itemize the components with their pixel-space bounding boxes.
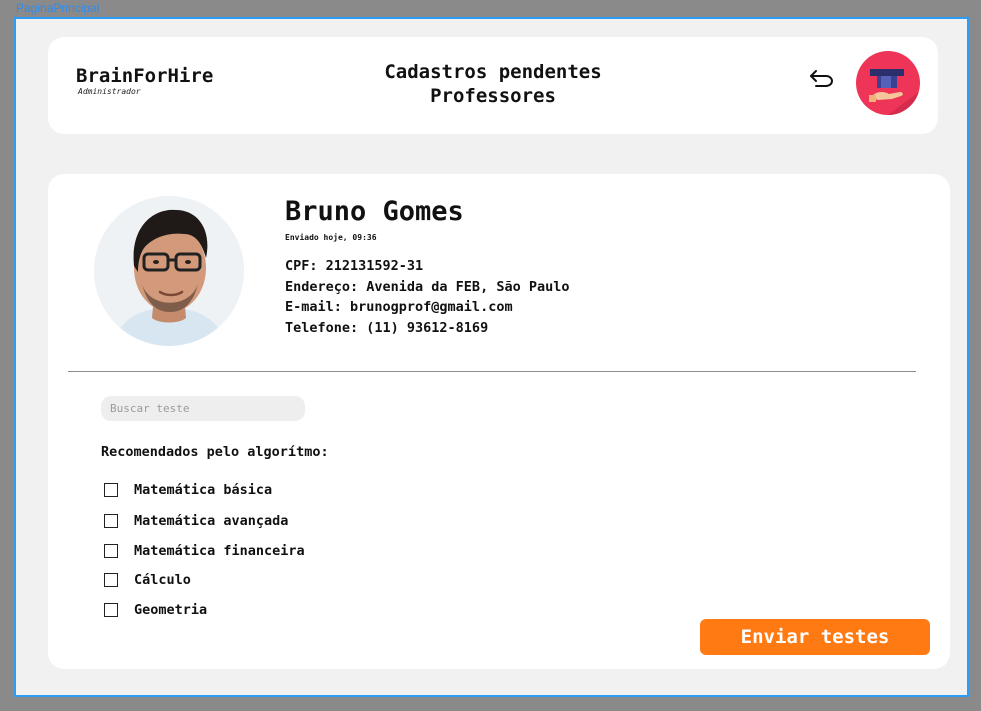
- email-text: E-mail: brunogprof@gmail.com: [285, 299, 513, 315]
- frame-label: PaginaPrincipal: [16, 1, 100, 15]
- undo-arrow-icon[interactable]: [808, 67, 838, 91]
- search-test-input[interactable]: [101, 396, 305, 421]
- test-label: Geometria: [134, 602, 208, 618]
- test-item-geometria[interactable]: Geometria: [104, 600, 207, 620]
- recommended-title: Recomendados pelo algorítmo:: [101, 444, 329, 460]
- brand-subtitle: Administrador: [78, 87, 141, 96]
- send-tests-button[interactable]: Enviar testes: [700, 619, 930, 655]
- profile-photo: [94, 196, 244, 346]
- phone-text: Telefone: (11) 93612-8169: [285, 319, 489, 336]
- address-text: Endereço: Avenida da FEB, São Paulo: [285, 278, 570, 295]
- header-bar: BrainForHire Administrador Cadastros pen…: [48, 37, 938, 134]
- test-item-matematica-financeira[interactable]: Matemática financeira: [104, 541, 305, 561]
- teacher-info: CPF: 212131592-31 Endereço: Avenida da F…: [285, 256, 569, 338]
- cpf-text: CPF: 212131592-31: [285, 258, 424, 274]
- test-item-matematica-basica[interactable]: Matemática básica: [104, 480, 272, 500]
- checkbox[interactable]: [104, 544, 118, 558]
- teacher-name: Bruno Gomes: [285, 196, 464, 227]
- test-label: Matemática financeira: [134, 543, 305, 559]
- test-item-calculo[interactable]: Cálculo: [104, 570, 191, 590]
- checkbox[interactable]: [104, 603, 118, 617]
- page-title-line1: Cadastros pendentes: [384, 61, 602, 83]
- graduation-cap-hand-icon[interactable]: [856, 51, 920, 115]
- test-label: Matemática avançada: [134, 513, 289, 529]
- section-divider: [68, 371, 916, 372]
- brand: BrainForHire Administrador: [76, 65, 213, 97]
- checkbox[interactable]: [104, 483, 118, 497]
- test-label: Cálculo: [134, 572, 191, 588]
- teacher-card: Bruno Gomes Enviado hoje, 09:36 CPF: 212…: [48, 174, 950, 669]
- test-label: Matemática básica: [134, 482, 273, 498]
- checkbox[interactable]: [104, 514, 118, 528]
- brand-name: BrainForHire: [76, 65, 214, 87]
- sent-timestamp: Enviado hoje, 09:36: [285, 233, 377, 242]
- page-title-line2: Professores: [430, 85, 556, 107]
- page-title: Cadastros pendentes Professores: [348, 60, 638, 108]
- app-frame: BrainForHire Administrador Cadastros pen…: [14, 17, 969, 697]
- checkbox[interactable]: [104, 573, 118, 587]
- test-item-matematica-avancada[interactable]: Matemática avançada: [104, 511, 288, 531]
